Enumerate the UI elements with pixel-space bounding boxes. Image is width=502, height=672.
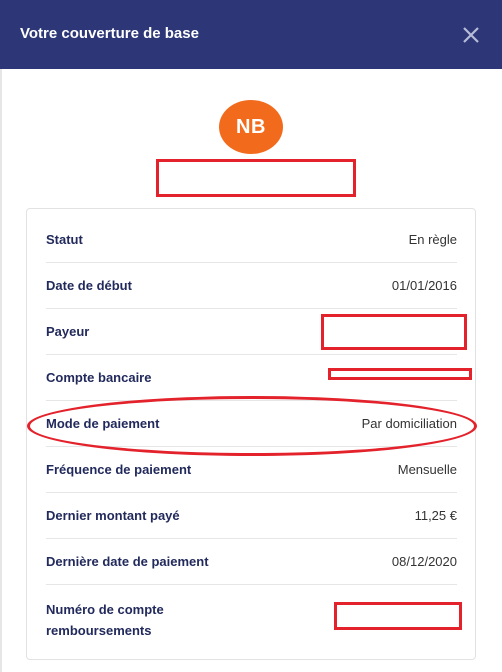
detail-row-dernier-montant: Dernier montant payé 11,25 € (46, 493, 457, 539)
detail-value: En règle (408, 232, 457, 247)
dialog-title: Votre couverture de base (20, 25, 199, 42)
dialog-header: Votre couverture de base (0, 0, 502, 69)
redacted-numero-compte-box (334, 602, 462, 630)
detail-row-frequence: Fréquence de paiement Mensuelle (46, 447, 457, 493)
detail-label: Dernier montant payé (46, 508, 180, 523)
detail-value: 08/12/2020 (391, 554, 457, 569)
detail-value: Par domiciliation (361, 416, 457, 431)
detail-label: Date de début (46, 278, 132, 293)
detail-row-statut: Statut En règle (46, 217, 457, 263)
detail-label: Statut (46, 232, 83, 247)
redacted-name-box (156, 159, 356, 197)
detail-label: Compte bancaire (46, 370, 152, 385)
detail-label: Dernière date de paiement (46, 554, 209, 569)
detail-row-date-debut: Date de début 01/01/2016 (46, 263, 457, 309)
detail-label: Mode de paiement (46, 416, 160, 431)
detail-value: 11,25 € (414, 508, 457, 523)
detail-value: Mensuelle (397, 462, 457, 477)
detail-label: Payeur (46, 324, 90, 339)
close-icon (463, 27, 479, 43)
detail-row-mode-paiement: Mode de paiement Par domiciliation (46, 401, 457, 447)
redacted-compte-bancaire-box (328, 368, 472, 380)
detail-row-derniere-date: Dernière date de paiement 08/12/2020 (46, 539, 457, 585)
redacted-payeur-box (321, 314, 467, 350)
detail-value: 01/01/2016 (391, 278, 457, 293)
dialog-left-border (0, 69, 2, 672)
avatar: NB (219, 100, 283, 154)
close-button[interactable] (462, 26, 480, 44)
coverage-details-card: Statut En règle Date de début 01/01/2016… (26, 208, 476, 660)
detail-label: Fréquence de paiement (46, 462, 192, 477)
detail-label: Numéro de compte remboursements (46, 602, 164, 638)
